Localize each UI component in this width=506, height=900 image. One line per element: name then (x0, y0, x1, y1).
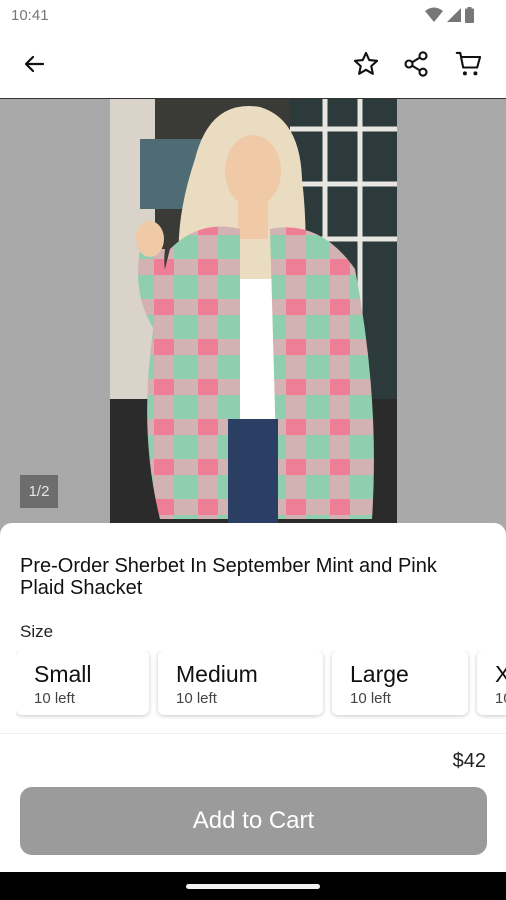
app-bar (0, 32, 506, 99)
cart-icon (455, 51, 482, 76)
star-icon (353, 51, 379, 75)
size-option-small[interactable]: Small 10 left (16, 651, 149, 715)
size-label: Size (20, 622, 54, 641)
battery-icon (465, 7, 474, 23)
product-details-sheet: Pre-Order Sherbet In September Mint and … (0, 523, 506, 872)
status-time: 10:41 (11, 7, 49, 24)
size-name: Small (34, 661, 92, 687)
size-option-large[interactable]: Large 10 left (332, 651, 468, 715)
status-icons (425, 7, 474, 23)
size-name: X (495, 661, 506, 687)
share-icon (404, 51, 428, 77)
divider (0, 733, 506, 734)
favorite-button[interactable] (346, 44, 386, 84)
product-gallery[interactable] (0, 99, 506, 539)
arrow-left-icon (24, 55, 45, 73)
size-stock: 10 left (34, 690, 75, 707)
share-button[interactable] (396, 44, 436, 84)
signal-icon (447, 8, 461, 22)
size-name: Medium (176, 661, 258, 687)
size-name: Large (350, 661, 409, 687)
status-bar: 10:41 (0, 0, 506, 32)
product-title: Pre-Order Sherbet In September Mint and … (20, 555, 437, 599)
size-option-medium[interactable]: Medium 10 left (158, 651, 323, 715)
size-stock: 10 left (176, 690, 217, 707)
back-button[interactable] (14, 44, 54, 84)
size-stock: 10 (495, 690, 506, 707)
size-selector[interactable]: Small 10 left Medium 10 left Large 10 le… (16, 651, 506, 719)
size-stock: 10 left (350, 690, 391, 707)
page-indicator: 1/2 (20, 475, 58, 508)
product-photo (110, 99, 397, 539)
cart-button[interactable] (449, 44, 489, 84)
add-to-cart-button[interactable]: Add to Cart (20, 787, 487, 855)
home-gesture-handle[interactable] (186, 884, 320, 889)
product-price: $42 (452, 750, 486, 772)
size-option-partial[interactable]: X 10 (477, 651, 506, 715)
system-nav-bar (0, 872, 506, 900)
wifi-icon (425, 7, 443, 22)
